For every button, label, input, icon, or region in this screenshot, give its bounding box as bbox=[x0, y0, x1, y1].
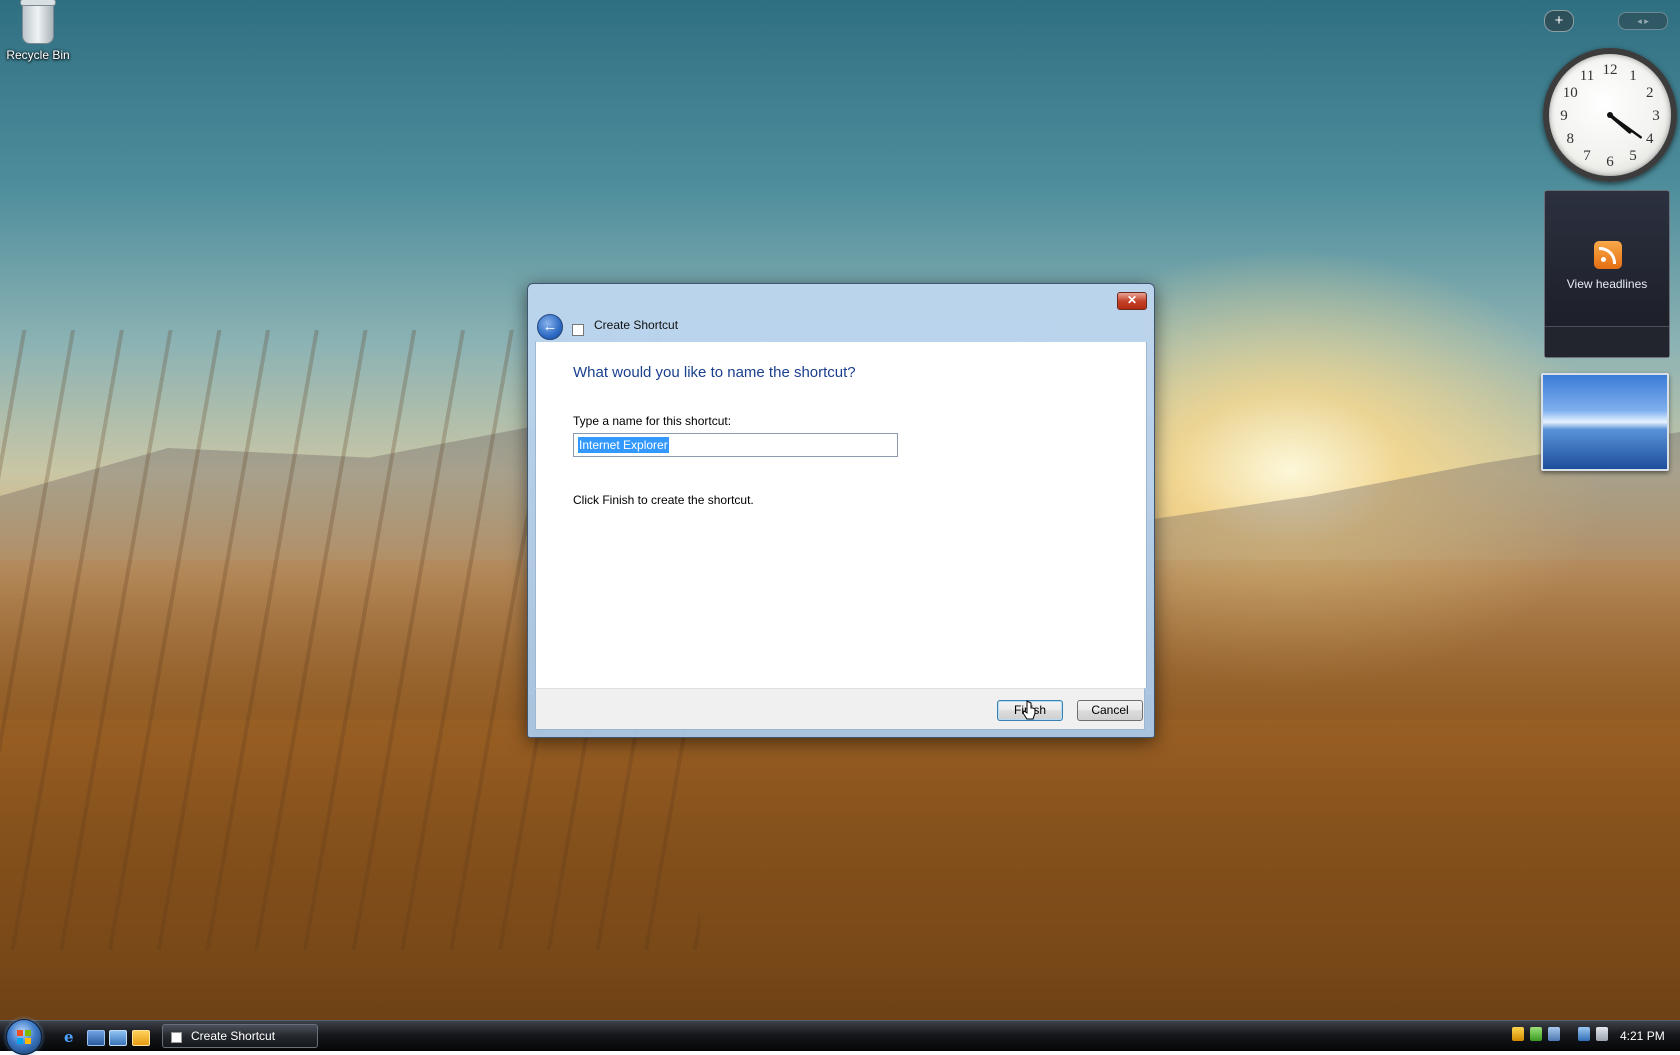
back-arrow-icon: ← bbox=[542, 318, 558, 335]
create-shortcut-dialog: ✕ ← Create Shortcut What would you like … bbox=[527, 283, 1155, 738]
wizard-heading: What would you like to name the shortcut… bbox=[573, 364, 856, 381]
security-shield-icon[interactable] bbox=[1512, 1027, 1524, 1041]
clock-number: 4 bbox=[1646, 131, 1654, 147]
internet-explorer-icon[interactable]: e bbox=[64, 1030, 80, 1045]
slideshow-gadget[interactable] bbox=[1541, 373, 1669, 471]
sidebar-nav-arrows[interactable]: ◂ ▸ bbox=[1618, 12, 1668, 30]
clock-number: 2 bbox=[1646, 85, 1654, 101]
windows-flag-icon bbox=[17, 1030, 31, 1044]
clock-minute-hand bbox=[1608, 113, 1642, 139]
feed-headlines-gadget[interactable]: View headlines bbox=[1544, 190, 1670, 358]
desktop-icon-label: Recycle Bin bbox=[6, 48, 70, 62]
shortcut-name-input[interactable]: Internet Explorer bbox=[573, 433, 898, 457]
rss-icon bbox=[1594, 241, 1622, 269]
clock-face: 12 12 3 45678 9 1011 bbox=[1560, 62, 1660, 170]
shortcut-icon bbox=[572, 324, 584, 336]
add-gadget-button[interactable]: + bbox=[1544, 10, 1574, 32]
sidebar-controls: + ◂ ▸ bbox=[1544, 10, 1672, 32]
dialog-title: Create Shortcut bbox=[594, 318, 679, 332]
clock-number: 9 bbox=[1560, 108, 1568, 124]
cancel-button[interactable]: Cancel bbox=[1077, 700, 1143, 721]
taskbar-button-label: Create Shortcut bbox=[191, 1029, 276, 1043]
safely-remove-icon[interactable] bbox=[1596, 1027, 1608, 1041]
media-player-icon[interactable] bbox=[132, 1030, 150, 1046]
clock-number: 8 bbox=[1566, 131, 1574, 147]
clock-number: 3 bbox=[1652, 108, 1660, 124]
finish-hint-text: Click Finish to create the shortcut. bbox=[573, 493, 754, 507]
volume-icon[interactable] bbox=[1548, 1027, 1560, 1041]
clock-number: 1 bbox=[1629, 68, 1637, 84]
clock-number: 6 bbox=[1606, 154, 1614, 170]
back-button[interactable]: ← bbox=[537, 314, 563, 340]
close-icon: ✕ bbox=[1126, 293, 1138, 307]
clock-gadget[interactable]: 12 1 2 3 4 5 6 7 8 9 10 11 bbox=[1543, 48, 1677, 182]
feed-gadget-bar bbox=[1545, 326, 1669, 357]
clock-number: 7 bbox=[1583, 148, 1591, 164]
clock-number: 10 bbox=[1563, 85, 1578, 101]
taskbar-button-create-shortcut[interactable]: Create Shortcut bbox=[162, 1024, 318, 1048]
network-icon[interactable] bbox=[1530, 1027, 1542, 1041]
clock-number: 5 bbox=[1629, 148, 1637, 164]
display-icon[interactable] bbox=[1578, 1027, 1590, 1041]
dialog-footer: Finish Cancel bbox=[535, 688, 1145, 730]
desktop-icon-recycle-bin[interactable]: Recycle Bin bbox=[4, 0, 72, 62]
show-desktop-icon[interactable] bbox=[87, 1030, 105, 1046]
view-headlines-label[interactable]: View headlines bbox=[1545, 277, 1669, 291]
mouse-cursor-icon bbox=[1022, 700, 1036, 720]
dialog-content: What would you like to name the shortcut… bbox=[535, 342, 1147, 688]
close-button[interactable]: ✕ bbox=[1117, 292, 1147, 310]
switch-windows-icon[interactable] bbox=[109, 1030, 127, 1046]
shortcut-name-label: Type a name for this shortcut: bbox=[573, 414, 732, 428]
selected-text: Internet Explorer bbox=[578, 437, 669, 453]
taskbar-clock[interactable]: 4:21 PM bbox=[1620, 1029, 1665, 1043]
taskbar: e Create Shortcut 4:21 PM bbox=[0, 1019, 1680, 1055]
shortcut-icon bbox=[171, 1032, 182, 1043]
recycle-bin-icon bbox=[20, 0, 56, 44]
clock-number: 11 bbox=[1580, 68, 1594, 84]
clock-number: 12 bbox=[1603, 62, 1618, 78]
